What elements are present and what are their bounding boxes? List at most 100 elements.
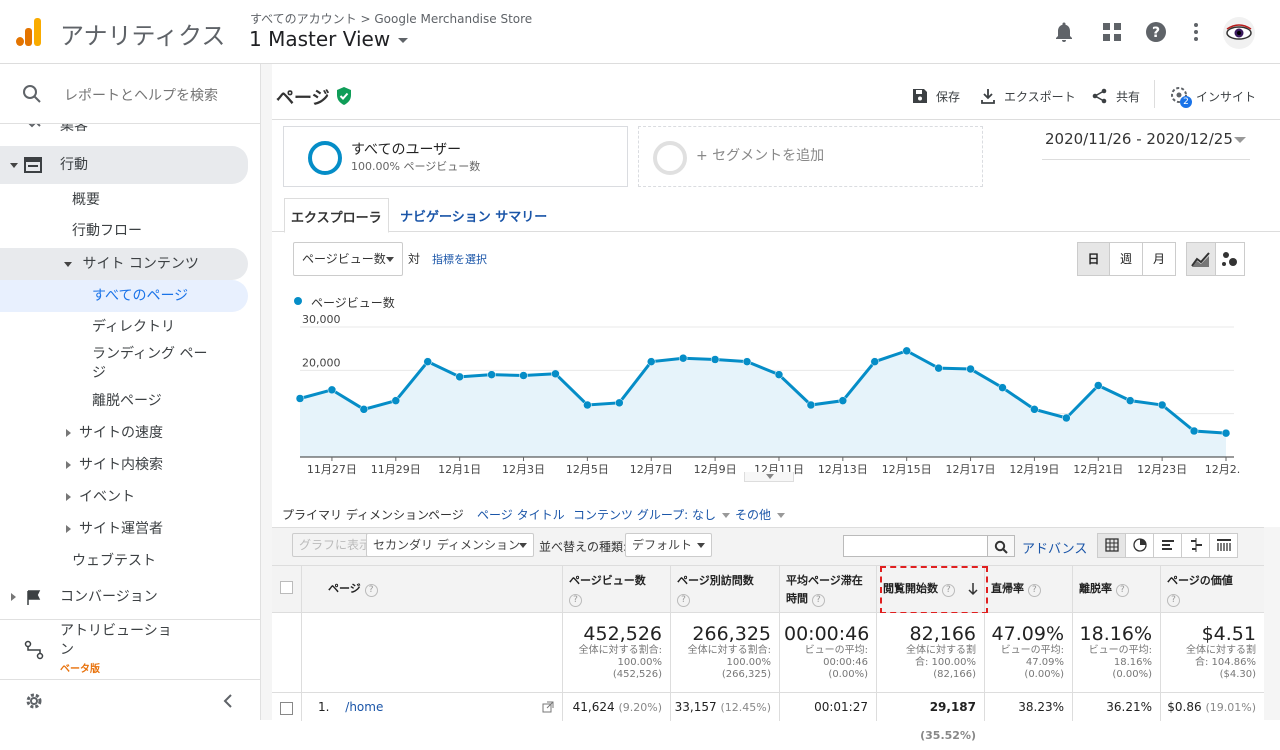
sidebar-item-conversions[interactable]: コンバージョン: [0, 581, 248, 613]
segment-all-users[interactable]: すべてのユーザー 100.00% ページビュー数: [283, 126, 628, 187]
scrollbar-track[interactable]: [1264, 527, 1280, 720]
help-icon[interactable]: ?: [811, 594, 825, 607]
line-chart-toggle[interactable]: [1186, 242, 1216, 276]
sidebar-item-acquisition[interactable]: 集客: [0, 124, 260, 134]
sidebar-item-directory[interactable]: ディレクトリ: [92, 311, 175, 343]
data-table-view-button[interactable]: [1098, 534, 1126, 557]
dimension-page-selected[interactable]: ページ: [428, 506, 464, 523]
tab-explorer[interactable]: エクスプローラ: [284, 198, 389, 233]
sidebar-item-behavior[interactable]: 行動: [0, 146, 248, 184]
x-tick-label: 12月13日: [818, 463, 868, 476]
summary-note: (452,526): [612, 669, 662, 680]
granularity-day-button[interactable]: 日: [1077, 242, 1110, 276]
table-row[interactable]: 1. /home 41,624 (9.20%) 33,157 (12.45%) …: [272, 693, 1264, 742]
sidebar-item-events[interactable]: イベント: [66, 481, 135, 513]
col-entrances[interactable]: 閲覧開始数 ?: [877, 566, 988, 614]
summary-value: 452,526: [583, 623, 662, 645]
dimension-page-title-link[interactable]: ページ タイトル: [477, 506, 565, 523]
open-external-icon[interactable]: [542, 701, 554, 713]
table-search-input[interactable]: [843, 535, 988, 557]
help-icon[interactable]: ?: [569, 594, 582, 607]
share-label: 共有: [1116, 90, 1141, 104]
sidebar-item-exit-pages[interactable]: 離脱ページ: [92, 385, 162, 417]
col-unique-pageviews[interactable]: ページ別訪問数?: [671, 566, 780, 614]
table-search-button[interactable]: [987, 535, 1015, 557]
bell-icon[interactable]: [1052, 20, 1076, 44]
summary-note: 18.16%: [1113, 657, 1152, 668]
sidebar-item-publisher[interactable]: サイト運営者: [66, 513, 163, 545]
sort-type-select[interactable]: デフォルト: [625, 533, 712, 557]
help-icon[interactable]: ?: [1144, 20, 1168, 44]
pie-view-button[interactable]: [1126, 534, 1154, 557]
data-point: [870, 357, 880, 366]
apps-grid-icon[interactable]: [1100, 20, 1124, 44]
row-page-link[interactable]: /home: [345, 700, 383, 714]
row-checkbox[interactable]: [280, 702, 293, 715]
col-bounce-rate[interactable]: 直帰率 ?: [985, 566, 1073, 614]
col-avg-time[interactable]: 平均ページ滞在時間 ?: [780, 566, 877, 614]
col-unique-pageviews-label: ページ別訪問数: [677, 574, 754, 587]
comparison-view-button[interactable]: [1182, 534, 1210, 557]
col-pageviews[interactable]: ページビュー数?: [563, 566, 671, 614]
expand-arrow-icon: [66, 525, 71, 533]
sidebar-footer: [0, 679, 260, 720]
chart-resize-handle[interactable]: [744, 472, 794, 482]
more-vert-icon[interactable]: [1184, 20, 1208, 44]
help-icon[interactable]: ?: [1027, 584, 1041, 597]
insights-label: インサイト: [1196, 90, 1257, 104]
sidebar-item-all-pages[interactable]: すべてのページ: [0, 280, 248, 312]
add-segment-button[interactable]: + セグメントを追加: [638, 126, 983, 187]
avatar[interactable]: [1222, 16, 1256, 50]
view-selector[interactable]: 1 Master View: [249, 27, 409, 51]
col-exit-rate[interactable]: 離脱率 ?: [1073, 566, 1161, 614]
date-range-picker[interactable]: 2020/11/26 - 2020/12/25: [1042, 126, 1250, 160]
x-tick-label: 12月15日: [882, 463, 932, 476]
account-breadcrumb[interactable]: すべてのアカウント > Google Merchandise Store: [250, 10, 532, 27]
sidebar-search[interactable]: レポートとヘルプを検索: [0, 64, 260, 124]
summary-entrances: 82,166 全体に対する割 合: 100.00% (82,166): [877, 613, 985, 693]
x-tick-label: 12月2...: [1205, 463, 1240, 476]
behavior-icon: [24, 157, 42, 173]
y-tick-label: 20,000: [302, 356, 341, 369]
help-icon[interactable]: ?: [1115, 584, 1129, 597]
help-icon[interactable]: ?: [364, 584, 378, 597]
analytics-logo[interactable]: [16, 18, 42, 46]
chevron-down-icon: [721, 513, 730, 518]
gear-icon[interactable]: [24, 691, 44, 711]
summary-note: 合: 100.00%: [914, 657, 976, 668]
help-icon[interactable]: ?: [677, 594, 690, 607]
sidebar-item-overview[interactable]: 概要: [72, 184, 100, 216]
secondary-dimension-select[interactable]: セカンダリ ディメンション: [366, 533, 534, 557]
data-point: [1030, 405, 1039, 414]
sidebar-item-site-content[interactable]: サイト コンテンツ: [0, 248, 248, 280]
advanced-filter-link[interactable]: アドバンス: [1022, 538, 1087, 557]
select-all-cell: [272, 566, 302, 614]
tab-navigation-summary[interactable]: ナビゲーション サマリー: [400, 206, 547, 225]
dimension-content-group-select[interactable]: コンテンツ グループ: なし: [573, 506, 730, 523]
granularity-month-button[interactable]: 月: [1142, 242, 1176, 276]
select-metric-link[interactable]: 指標を選択: [432, 251, 487, 267]
sidebar-item-behavior-flow[interactable]: 行動フロー: [72, 215, 142, 247]
col-page-value[interactable]: ページの価値?: [1161, 566, 1264, 614]
sidebar-item-landing-pages[interactable]: ランディング ペー ジ: [92, 345, 207, 383]
sidebar-item-experiments[interactable]: ウェブテスト: [72, 545, 156, 577]
help-icon[interactable]: ?: [1167, 594, 1180, 607]
collapse-left-icon[interactable]: [222, 693, 234, 709]
summary-note: (266,325): [721, 669, 771, 680]
sidebar-item-attribution[interactable]: アトリビューショ ン ベータ版: [0, 619, 260, 679]
expand-arrow-icon: [64, 261, 72, 267]
pivot-table-icon: [1217, 539, 1231, 551]
sidebar-item-site-search[interactable]: サイト内検索: [66, 449, 163, 481]
sidebar-item-site-speed[interactable]: サイトの速度: [66, 417, 163, 449]
save-icon: [913, 89, 927, 103]
dimension-other-select[interactable]: その他: [735, 506, 786, 523]
pivot-view-button[interactable]: [1210, 534, 1238, 557]
motion-chart-toggle[interactable]: [1215, 242, 1245, 276]
sidebar-item-label: サイト コンテンツ: [82, 256, 199, 272]
select-all-checkbox[interactable]: [280, 581, 293, 594]
granularity-week-button[interactable]: 週: [1109, 242, 1143, 276]
col-page[interactable]: ページ ?: [302, 566, 563, 614]
performance-view-button[interactable]: [1154, 534, 1182, 557]
metric-select[interactable]: ページビュー数: [293, 242, 403, 276]
sort-type-value: デフォルト: [632, 538, 693, 552]
